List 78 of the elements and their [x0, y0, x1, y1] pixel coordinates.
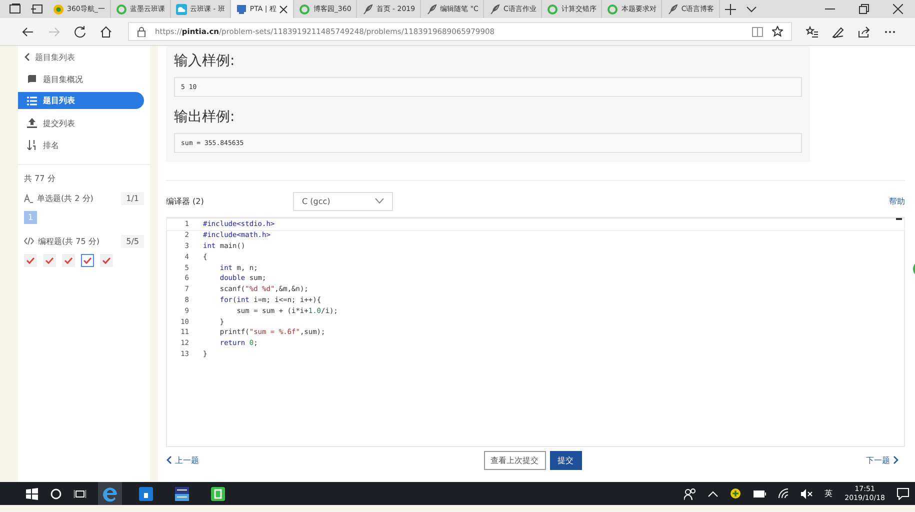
question-button[interactable] — [62, 254, 75, 267]
feather-icon — [426, 4, 438, 14]
help-link[interactable]: 帮助 — [889, 196, 905, 206]
nav-item[interactable]: 题目集概况 — [18, 68, 144, 90]
total-score: 共 77 分 — [23, 173, 56, 185]
ring-icon — [299, 4, 310, 14]
previous-link[interactable]: 上一题 — [166, 454, 199, 466]
sort-icon — [27, 140, 37, 150]
check-icon — [26, 257, 35, 264]
notification-icon[interactable] — [897, 488, 909, 500]
chevron-down-icon — [375, 198, 384, 204]
close-icon[interactable] — [893, 4, 903, 14]
check-icon — [64, 257, 73, 264]
reading-view-icon[interactable] — [752, 26, 763, 36]
ring-icon — [547, 4, 558, 14]
ring-icon — [116, 4, 127, 14]
chevron-up-icon[interactable] — [708, 490, 718, 496]
restore-icon[interactable] — [859, 4, 869, 14]
question-button[interactable] — [81, 254, 94, 267]
compiler-select[interactable]: C (gcc) — [293, 192, 393, 210]
feather-icon — [489, 4, 500, 14]
chevron-left-icon — [24, 53, 30, 61]
pen-icon[interactable] — [832, 26, 844, 38]
page-icon — [236, 4, 247, 14]
nav-item[interactable]: 题目列表 — [18, 92, 144, 109]
browser-app-icon[interactable] — [98, 482, 122, 505]
sample-heading: 输出样例: — [174, 108, 236, 126]
scrollbar[interactable] — [896, 218, 902, 220]
new-tab-icon[interactable] — [725, 4, 736, 14]
back-tab-icon[interactable] — [31, 3, 43, 15]
question-button[interactable] — [100, 254, 113, 267]
last-submission-button[interactable]: 查看上次提交 — [484, 450, 546, 470]
mute-icon[interactable] — [800, 488, 813, 498]
next-link[interactable]: 下一题 — [866, 454, 899, 466]
feather-icon — [667, 4, 678, 14]
cloud-icon — [176, 4, 187, 14]
back-icon[interactable] — [22, 26, 34, 38]
tabs-icon[interactable] — [9, 3, 21, 15]
people-icon[interactable] — [684, 488, 696, 500]
refresh-icon[interactable] — [74, 26, 86, 38]
submit-button[interactable]: 提交 — [550, 450, 582, 470]
section-title: 单选题(共 2 分) — [37, 192, 94, 204]
back-link[interactable]: 题目集列表 — [18, 46, 150, 68]
chevron-left-icon — [166, 456, 172, 464]
wifi-icon[interactable] — [778, 488, 789, 499]
nav-item[interactable]: 提交列表 — [18, 112, 144, 134]
check-icon — [45, 257, 54, 264]
list-icon — [27, 96, 37, 106]
nav-item[interactable]: 排名 — [18, 134, 144, 156]
battery-icon[interactable] — [752, 490, 766, 498]
sample-heading: 输入样例: — [174, 52, 236, 70]
question-button[interactable] — [24, 254, 37, 267]
swirl-icon — [53, 4, 64, 14]
lock-icon — [137, 26, 146, 36]
chevron-down-icon[interactable] — [746, 4, 758, 14]
check-icon — [102, 257, 111, 264]
chevron-right-icon — [893, 456, 899, 464]
feather-icon — [362, 4, 374, 14]
star-icon[interactable] — [772, 26, 783, 37]
ring-icon — [607, 4, 618, 14]
close-icon[interactable] — [279, 4, 288, 14]
answered-count: 1/1 — [121, 192, 144, 204]
favorites-icon[interactable] — [806, 26, 818, 38]
section-title: 编程题(共 75 分) — [38, 236, 101, 246]
task-view-icon[interactable] — [74, 488, 86, 500]
input-method[interactable]: 英 — [824, 488, 833, 499]
compiler-label: 编译器 (2) — [166, 196, 205, 206]
home-icon[interactable] — [100, 26, 112, 38]
question-button[interactable] — [43, 254, 56, 267]
share-icon[interactable] — [858, 26, 870, 38]
check-icon — [83, 257, 92, 264]
code-icon — [24, 237, 34, 245]
upload-icon — [27, 118, 37, 128]
answered-count: 5/5 — [121, 234, 144, 248]
plus-badge-icon[interactable] — [730, 488, 741, 499]
choice-icon — [24, 194, 33, 202]
search-icon[interactable] — [50, 488, 62, 500]
start-icon[interactable] — [26, 488, 38, 500]
